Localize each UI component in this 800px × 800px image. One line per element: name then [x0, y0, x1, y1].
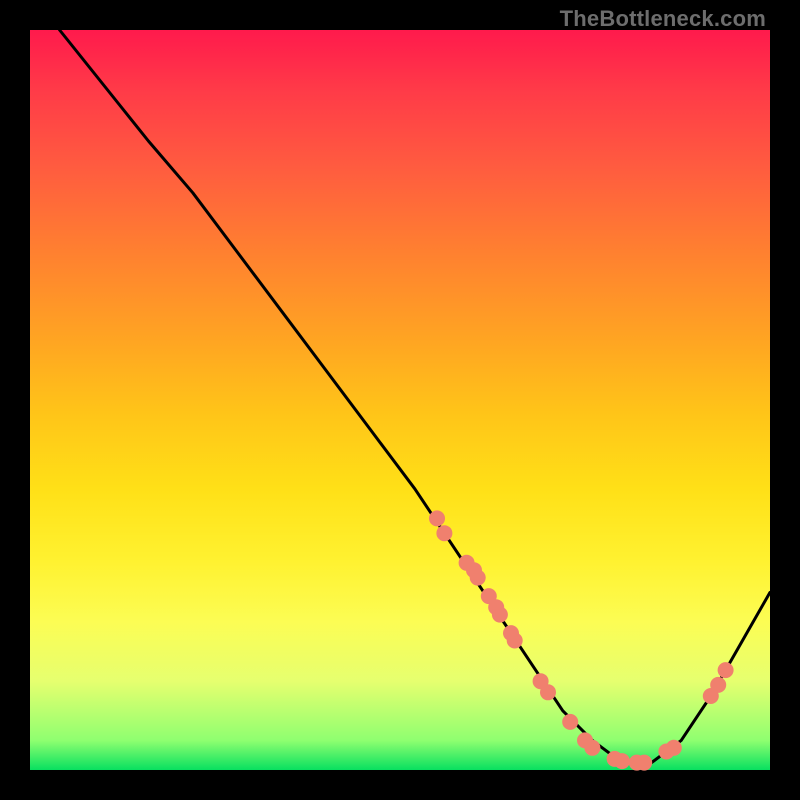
data-point — [540, 684, 556, 700]
data-point — [614, 753, 630, 769]
data-point — [492, 607, 508, 623]
data-point — [636, 755, 652, 771]
data-point — [470, 570, 486, 586]
bottleneck-curve — [60, 30, 770, 763]
data-point — [666, 740, 682, 756]
data-point — [584, 740, 600, 756]
data-point — [562, 714, 578, 730]
chart-overlay — [0, 0, 800, 800]
data-point — [718, 662, 734, 678]
data-point — [436, 525, 452, 541]
data-point — [429, 510, 445, 526]
curve-layer — [60, 30, 770, 763]
data-point — [507, 633, 523, 649]
data-point — [710, 677, 726, 693]
